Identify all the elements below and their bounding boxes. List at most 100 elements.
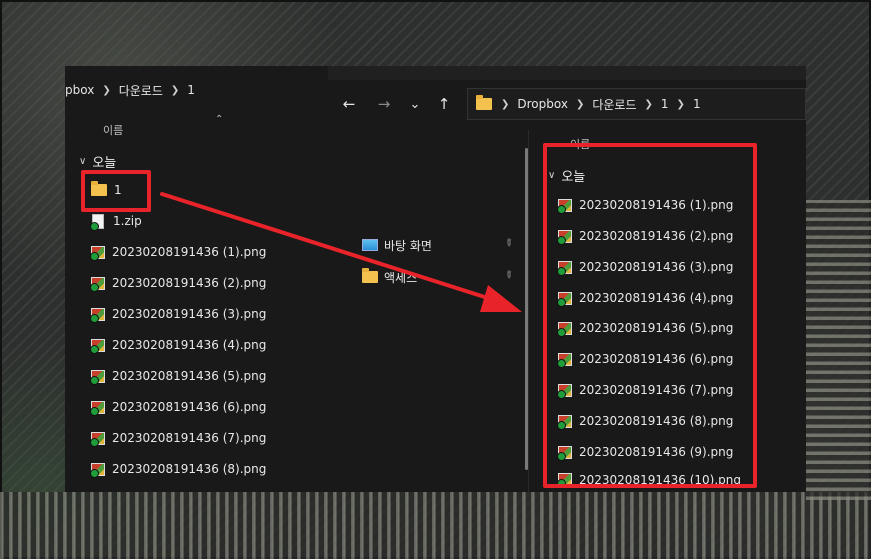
wallpaper-chip-pins [0, 492, 871, 559]
file-name: 20230208191436 (7).png [112, 431, 267, 445]
chevron-right-icon[interactable]: ❯ [677, 99, 685, 110]
list-item[interactable]: 20230208191436 (10).png [558, 473, 741, 485]
chevron-right-icon[interactable]: ❯ [501, 99, 509, 110]
chevron-right-icon[interactable]: ❯ [645, 99, 653, 110]
list-item[interactable]: 20230208191436 (9).png [557, 442, 734, 462]
list-item[interactable]: 20230208191436 (1).png [90, 242, 267, 262]
list-item[interactable]: 20230208191436 (4).png [90, 335, 267, 355]
image-file-icon [90, 462, 105, 478]
list-item[interactable]: 1 [91, 180, 122, 200]
breadcrumb-item[interactable]: 다운로드 [119, 82, 163, 99]
image-file-icon [557, 260, 572, 276]
explorer-window-back: pbox ❯ 다운로드 ❯ 1 이름 ⌃ ∨ 오늘 1 1.zip 202302… [65, 66, 328, 492]
image-file-icon [90, 307, 105, 323]
list-item[interactable]: 20230208191436 (7).png [90, 428, 267, 448]
image-file-icon [90, 338, 105, 354]
address-segment[interactable]: 1 [693, 97, 701, 111]
zip-icon [90, 213, 104, 231]
file-name: 20230208191436 (1).png [579, 198, 734, 212]
file-name: 20230208191436 (6).png [579, 352, 734, 366]
forward-button[interactable]: → [372, 92, 396, 116]
chevron-right-icon[interactable]: ❯ [576, 99, 584, 110]
list-item[interactable]: 20230208191436 (8).png [90, 459, 267, 479]
list-item[interactable]: 20230208191436 (7).png [557, 380, 734, 400]
group-label: 오늘 [92, 156, 117, 171]
image-file-icon [90, 276, 105, 292]
breadcrumb-item[interactable]: pbox [65, 83, 94, 97]
image-file-icon [558, 473, 572, 485]
chevron-right-icon[interactable]: ❯ [171, 85, 179, 96]
address-segment[interactable]: 다운로드 [592, 96, 636, 113]
navigation-pane: 바탕 화면 ✎ 액세스 ✎ [328, 132, 528, 492]
file-name: 20230208191436 (8).png [112, 462, 267, 476]
folder-icon [362, 268, 378, 283]
group-header-today[interactable]: ∨ 오늘 [79, 152, 116, 171]
image-file-icon [557, 383, 572, 399]
pane-splitter[interactable] [528, 130, 529, 492]
file-name: 20230208191436 (5).png [579, 321, 734, 335]
image-file-icon [90, 431, 105, 447]
image-file-icon [557, 414, 572, 430]
image-file-icon [90, 400, 105, 416]
image-file-icon [90, 245, 105, 261]
nav-item-label: 액세스 [384, 270, 418, 285]
list-item[interactable]: 20230208191436 (5).png [90, 366, 266, 386]
file-name: 20230208191436 (4).png [579, 291, 734, 305]
image-file-icon [557, 291, 572, 307]
file-name: 20230208191436 (3).png [112, 307, 267, 321]
recent-locations-button[interactable]: ⌄ [403, 92, 427, 116]
file-name: 1.zip [113, 214, 142, 228]
list-item[interactable]: 20230208191436 (2).png [557, 226, 733, 246]
folder-icon [91, 181, 107, 196]
list-item[interactable]: 20230208191436 (6).png [557, 349, 734, 369]
image-file-icon [557, 198, 572, 214]
address-segment[interactable]: 1 [661, 97, 669, 111]
chevron-right-icon[interactable]: ❯ [102, 85, 110, 96]
folder-icon [476, 95, 492, 110]
desktop-icon [362, 239, 378, 251]
sort-ascending-icon: ⌃ [215, 114, 224, 125]
image-file-icon [557, 352, 572, 368]
scrollbar[interactable] [525, 148, 528, 470]
image-file-icon [90, 369, 105, 385]
breadcrumb: pbox ❯ 다운로드 ❯ 1 [65, 80, 195, 100]
column-header-name[interactable]: 이름 [570, 136, 590, 152]
file-name: 20230208191436 (8).png [579, 414, 734, 428]
nav-item-desktop[interactable]: 바탕 화면 [362, 235, 432, 255]
image-file-icon [557, 445, 572, 461]
list-item[interactable]: 20230208191436 (2).png [90, 273, 267, 293]
file-name: 20230208191436 (6).png [112, 400, 267, 414]
column-header-name[interactable]: 이름 [103, 122, 123, 138]
title-bar[interactable] [328, 66, 806, 80]
file-name: 20230208191436 (4).png [112, 338, 267, 352]
pin-icon[interactable]: ✎ [501, 237, 515, 251]
list-item[interactable]: 20230208191436 (1).png [557, 195, 734, 215]
breadcrumb-item[interactable]: 1 [187, 83, 195, 97]
list-item[interactable]: 20230208191436 (3).png [557, 257, 734, 277]
file-name: 20230208191436 (1).png [112, 245, 267, 259]
group-header-today[interactable]: ∨ 오늘 [548, 166, 585, 185]
chevron-down-icon[interactable]: ∨ [548, 170, 555, 181]
file-name: 1 [114, 183, 122, 197]
list-item[interactable]: 20230208191436 (8).png [557, 411, 734, 431]
address-bar[interactable]: ❯ Dropbox ❯ 다운로드 ❯ 1 ❯ 1 [467, 88, 806, 120]
image-file-icon [557, 321, 572, 337]
pin-icon[interactable]: ✎ [501, 269, 515, 283]
list-item[interactable]: 20230208191436 (6).png [90, 397, 267, 417]
list-item[interactable]: 20230208191436 (4).png [557, 288, 734, 308]
list-item[interactable]: 20230208191436 (3).png [90, 304, 267, 324]
list-item[interactable]: 1.zip [90, 211, 142, 231]
list-item[interactable]: 20230208191436 (5).png [557, 318, 734, 338]
explorer-window-front: ← → ⌄ ↑ ❯ Dropbox ❯ 다운로드 ❯ 1 ❯ 1 바탕 화면 ✎… [328, 66, 806, 492]
up-button[interactable]: ↑ [432, 92, 456, 116]
file-name: 20230208191436 (10).png [579, 473, 741, 485]
file-name: 20230208191436 (7).png [579, 383, 734, 397]
nav-item-access[interactable]: 액세스 [362, 267, 417, 287]
file-name: 20230208191436 (3).png [579, 260, 734, 274]
address-segment[interactable]: Dropbox [517, 97, 568, 111]
file-name: 20230208191436 (2).png [112, 276, 267, 290]
file-name: 20230208191436 (9).png [579, 445, 734, 459]
back-button[interactable]: ← [337, 92, 361, 116]
chevron-down-icon[interactable]: ∨ [79, 156, 86, 167]
image-file-icon [557, 229, 572, 245]
